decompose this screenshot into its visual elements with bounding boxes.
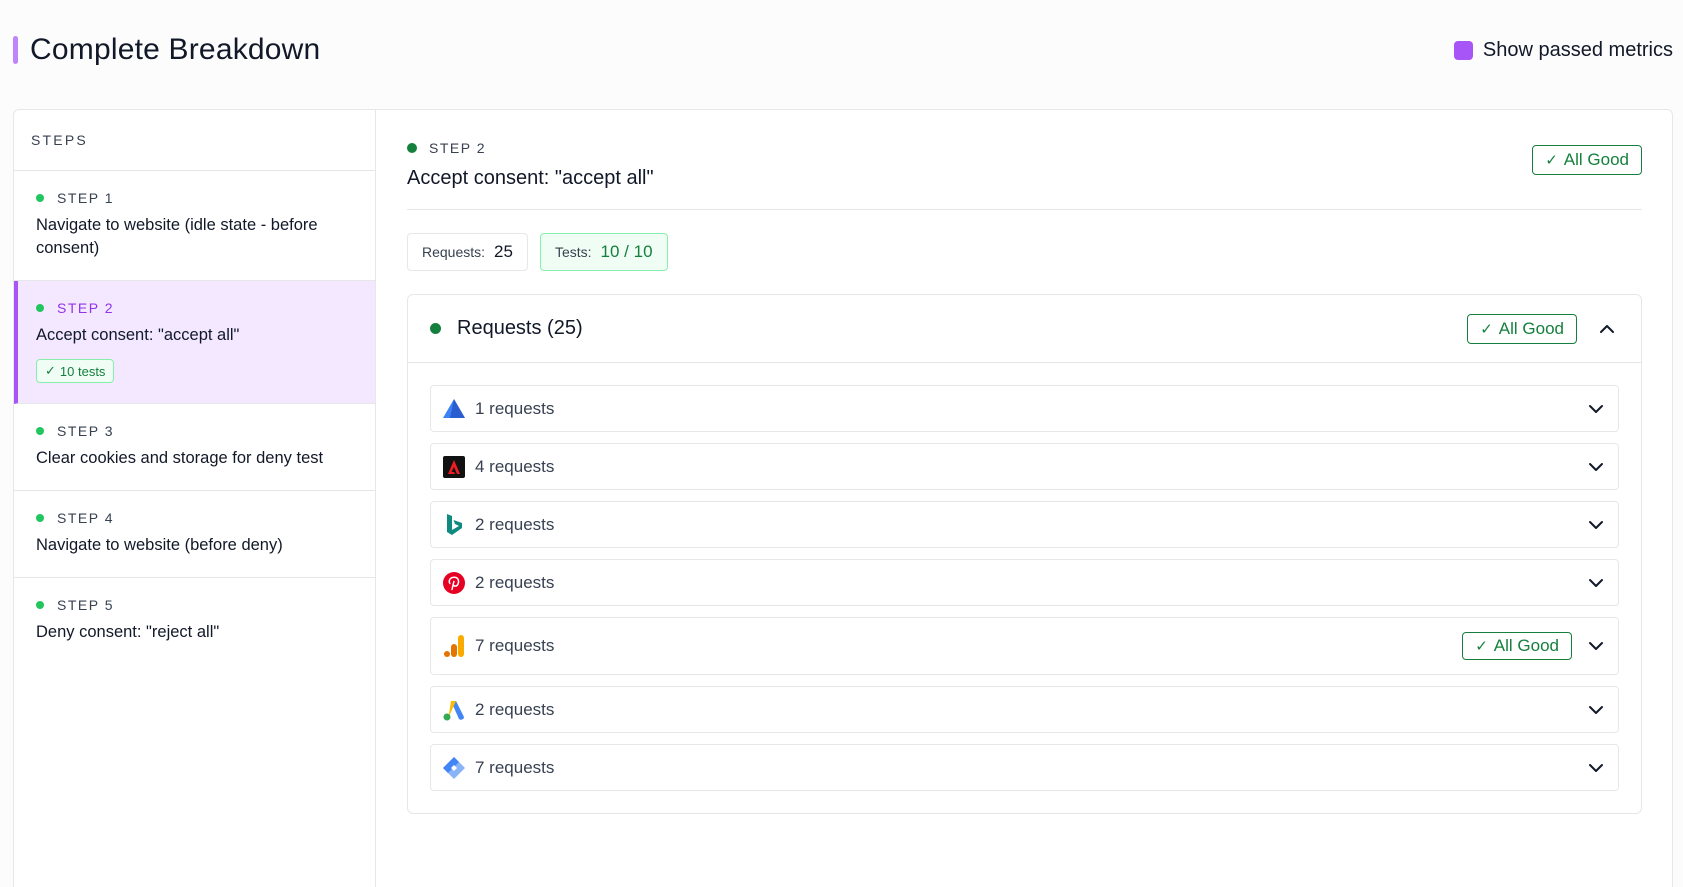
step-detail-header: STEP 2 Accept consent: "accept all" ✓ Al… <box>407 110 1642 210</box>
requests-stat: Requests: 25 <box>407 233 528 271</box>
step-label: STEP 3 <box>57 423 114 439</box>
request-group-row[interactable]: 2 requests <box>430 501 1619 548</box>
breakdown-card: STEPS STEP 1 Navigate to website (idle s… <box>13 109 1673 887</box>
tests-stat-label: Tests: <box>554 244 592 260</box>
step-title: Navigate to website (before deny) <box>36 536 283 554</box>
chevron-down-icon <box>1589 404 1603 413</box>
page-title: Complete Breakdown <box>30 33 321 66</box>
google-ads-icon <box>441 697 467 723</box>
step-title: Deny consent: "reject all" <box>36 623 220 641</box>
google-analytics-icon <box>441 633 467 659</box>
tests-badge-label: 10 tests <box>59 363 106 379</box>
page-header: Complete Breakdown Show passed metrics <box>13 30 1673 70</box>
chevron-down-icon <box>1589 578 1603 587</box>
status-badge-label: All Good <box>1493 636 1559 655</box>
requests-stat-value: 25 <box>494 242 513 261</box>
request-count: 7 requests <box>475 636 555 655</box>
step-item-4[interactable]: STEP 4 Navigate to website (before deny) <box>14 491 375 578</box>
step-label-row: STEP 5 <box>36 597 355 613</box>
status-dot-icon <box>407 143 417 153</box>
chevron-down-icon <box>1589 705 1603 714</box>
title-wrap: Complete Breakdown <box>13 33 320 67</box>
tests-stat-value: 10 / 10 <box>600 242 653 261</box>
status-badge[interactable]: ✓ All Good <box>1467 313 1577 344</box>
step-label-row: STEP 2 <box>36 300 355 316</box>
requests-panel: Requests (25) ✓ All Good 1 requests 4 re… <box>407 294 1642 814</box>
step-item-2[interactable]: STEP 2 Accept consent: "accept all" ✓ 10… <box>14 281 375 404</box>
step-title: Navigate to website (idle state - before… <box>36 216 318 257</box>
request-group-row[interactable]: 2 requests <box>430 686 1619 733</box>
request-count: 1 requests <box>475 398 555 418</box>
step-label: STEP 1 <box>57 190 114 206</box>
step-label-row: STEP 1 <box>36 190 355 206</box>
chevron-down-icon <box>1589 763 1603 772</box>
status-badge-label: All Good <box>1498 318 1564 338</box>
status-badge[interactable]: ✓ All Good <box>1532 145 1642 175</box>
chevron-up-icon <box>1600 324 1614 333</box>
check-icon: ✓ <box>1480 320 1493 338</box>
check-icon: ✓ <box>45 363 56 378</box>
requests-panel-title: Requests (25) <box>457 317 583 339</box>
show-passed-metrics-toggle[interactable]: Show passed metrics <box>1453 38 1673 62</box>
step-label-row: STEP 4 <box>36 510 355 526</box>
checkbox-icon[interactable] <box>1453 40 1473 60</box>
step-label: STEP 5 <box>57 597 114 613</box>
steps-sidebar: STEPS STEP 1 Navigate to website (idle s… <box>14 110 376 887</box>
status-dot-icon <box>430 323 441 334</box>
step-label: STEP 2 <box>429 140 486 156</box>
pinterest-icon <box>441 570 467 596</box>
step-detail-panel: STEP 2 Accept consent: "accept all" ✓ Al… <box>377 110 1672 887</box>
request-group-row[interactable]: 7 requests ✓ All Good <box>430 617 1619 675</box>
request-group-row[interactable]: 2 requests <box>430 559 1619 606</box>
collapse-button[interactable] <box>1595 317 1619 341</box>
request-group-row[interactable]: 7 requests <box>430 744 1619 791</box>
requests-panel-header[interactable]: Requests (25) ✓ All Good <box>408 295 1641 363</box>
status-badge-label: All Good <box>1563 150 1629 169</box>
step-title: Accept consent: "accept all" <box>407 167 654 189</box>
check-icon: ✓ <box>1545 152 1558 169</box>
status-dot-icon <box>36 194 44 202</box>
toggle-label: Show passed metrics <box>1482 38 1673 61</box>
request-count: 2 requests <box>475 514 555 534</box>
status-dot-icon <box>36 601 44 609</box>
tests-badge: ✓ 10 tests <box>36 359 115 383</box>
request-count: 7 requests <box>475 757 555 777</box>
steps-heading: STEPS <box>14 110 375 171</box>
step-item-1[interactable]: STEP 1 Navigate to website (idle state -… <box>14 171 375 281</box>
request-count: 2 requests <box>475 572 555 592</box>
request-count: 4 requests <box>475 456 555 476</box>
status-badge[interactable]: ✓ All Good <box>1462 632 1572 660</box>
status-dot-icon <box>36 304 44 312</box>
request-count: 2 requests <box>475 699 555 719</box>
adobe-icon <box>441 454 467 480</box>
step-label: STEP 2 <box>57 300 114 316</box>
requests-stat-label: Requests: <box>422 244 486 260</box>
step-item-3[interactable]: STEP 3 Clear cookies and storage for den… <box>14 404 375 491</box>
step-label-row: STEP 3 <box>36 423 355 439</box>
step-item-5[interactable]: STEP 5 Deny consent: "reject all" <box>14 578 375 664</box>
google-tag-manager-icon <box>441 755 467 781</box>
tests-stat: Tests: 10 / 10 <box>539 233 668 271</box>
bing-icon <box>441 512 467 538</box>
chevron-down-icon <box>1589 642 1603 650</box>
request-group-row[interactable]: 1 requests <box>430 385 1619 432</box>
title-accent-bar <box>13 36 18 64</box>
stats-row: Requests: 25 Tests: 10 / 10 <box>407 233 1642 271</box>
check-icon: ✓ <box>1475 638 1488 655</box>
status-dot-icon <box>36 427 44 435</box>
triangle-vendor-icon <box>441 396 467 422</box>
step-label-row: STEP 2 <box>407 140 486 156</box>
step-title: Clear cookies and storage for deny test <box>36 449 324 467</box>
chevron-down-icon <box>1589 462 1603 471</box>
status-dot-icon <box>36 514 44 522</box>
request-group-row[interactable]: 4 requests <box>430 443 1619 490</box>
step-label: STEP 4 <box>57 510 114 526</box>
chevron-down-icon <box>1589 520 1603 529</box>
step-title: Accept consent: "accept all" <box>36 326 240 344</box>
requests-list: 1 requests 4 requests 2 requests 2 reque… <box>408 363 1641 791</box>
